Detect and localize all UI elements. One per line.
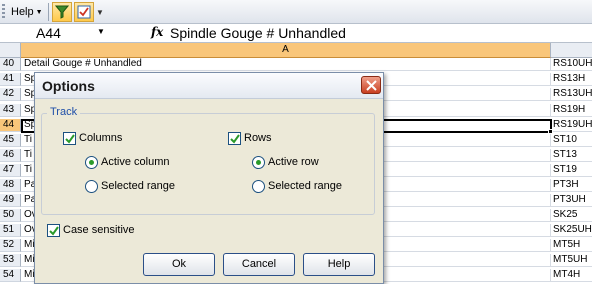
row-header[interactable]: 40 (0, 58, 21, 71)
cell[interactable]: RS13H (551, 73, 592, 86)
row-header[interactable]: 49 (0, 194, 21, 207)
close-icon (366, 80, 377, 91)
help-menu-button[interactable]: Help ▼ (7, 3, 47, 21)
name-box[interactable]: A44 (2, 25, 110, 41)
row-header[interactable]: 51 (0, 224, 21, 237)
options-icon (77, 5, 91, 19)
toolbar: Help ▼ ▼ (0, 0, 592, 24)
cell[interactable]: PT3H (551, 179, 592, 192)
row-header[interactable]: 43 (0, 104, 21, 117)
help-button[interactable]: Help (303, 253, 375, 276)
toolbar-overflow-icon[interactable]: ▼ (96, 8, 104, 17)
fx-icon[interactable]: fx (151, 25, 163, 39)
column-header-b[interactable] (551, 43, 592, 58)
cell[interactable]: RS13UH (551, 88, 592, 101)
row-header[interactable]: 50 (0, 209, 21, 222)
checkmark-icon (49, 226, 59, 236)
checkmark-icon (65, 134, 75, 144)
rows-label: Rows (244, 132, 272, 144)
row-header[interactable]: 53 (0, 254, 21, 267)
name-box-dropdown-icon[interactable]: ▼ (97, 27, 105, 36)
row-header[interactable]: 41 (0, 73, 21, 86)
close-button[interactable] (361, 76, 381, 94)
ok-button[interactable]: Ok (143, 253, 215, 276)
cancel-button[interactable]: Cancel (223, 253, 295, 276)
formula-input[interactable]: Spindle Gouge # Unhandled (170, 25, 346, 41)
columns-label: Columns (79, 132, 123, 144)
cell[interactable]: MT5H (551, 239, 592, 252)
case-sensitive-checkbox[interactable] (47, 224, 60, 237)
track-group-label: Track (47, 106, 81, 118)
cell[interactable]: MT4H (551, 269, 592, 282)
selected-range-column-label: Selected range (101, 180, 175, 192)
active-row-radio[interactable] (252, 156, 265, 169)
options-button[interactable] (74, 2, 94, 22)
active-row-label: Active row (268, 156, 319, 168)
row-header[interactable]: 52 (0, 239, 21, 252)
cell[interactable]: RS19UH (551, 119, 592, 132)
row-header[interactable]: 54 (0, 269, 21, 282)
dropdown-arrow-icon: ▼ (35, 9, 43, 16)
column-header-a[interactable]: A (21, 43, 551, 58)
cell[interactable]: PT3UH (551, 194, 592, 207)
selected-range-row-label: Selected range (268, 180, 342, 192)
cell[interactable]: ST13 (551, 149, 592, 162)
row-header[interactable]: 48 (0, 179, 21, 192)
filter-icon (55, 5, 69, 19)
dialog-title-bar[interactable]: Options (35, 73, 383, 99)
formula-bar: A44 ▼ fx Spindle Gouge # Unhandled (0, 24, 592, 43)
cell[interactable]: ST10 (551, 134, 592, 147)
filter-button[interactable] (52, 2, 72, 22)
cell[interactable]: ST19 (551, 164, 592, 177)
cell[interactable]: SK25 (551, 209, 592, 222)
row-header[interactable]: 45 (0, 134, 21, 147)
table-row: 40 Detail Gouge # Unhandled RS10UH (0, 58, 592, 71)
toolbar-grip[interactable] (2, 4, 5, 20)
fill-handle[interactable] (548, 129, 553, 134)
checkmark-icon (230, 134, 240, 144)
cell[interactable]: Detail Gouge # Unhandled (21, 58, 551, 71)
row-header[interactable]: 42 (0, 88, 21, 101)
cell[interactable]: MT5UH (551, 254, 592, 267)
active-column-radio[interactable] (85, 156, 98, 169)
select-all-corner[interactable] (0, 43, 21, 58)
column-header-row: A (0, 43, 592, 58)
active-column-label: Active column (101, 156, 170, 168)
selected-range-row-radio[interactable] (252, 180, 265, 193)
options-dialog: Options Track Columns Active column Sele… (34, 72, 384, 284)
cell[interactable]: RS19H (551, 104, 592, 117)
cell[interactable]: RS10UH (551, 58, 592, 71)
row-header-active[interactable]: 44 (0, 119, 21, 132)
dialog-title: Options (42, 78, 95, 94)
help-menu-label: Help (11, 6, 34, 18)
columns-checkbox[interactable] (63, 132, 76, 145)
row-header[interactable]: 46 (0, 149, 21, 162)
toolbar-separator (48, 3, 49, 21)
cell[interactable]: SK25UH (551, 224, 592, 237)
row-header[interactable]: 47 (0, 164, 21, 177)
case-sensitive-label: Case sensitive (63, 224, 135, 236)
selected-range-column-radio[interactable] (85, 180, 98, 193)
rows-checkbox[interactable] (228, 132, 241, 145)
